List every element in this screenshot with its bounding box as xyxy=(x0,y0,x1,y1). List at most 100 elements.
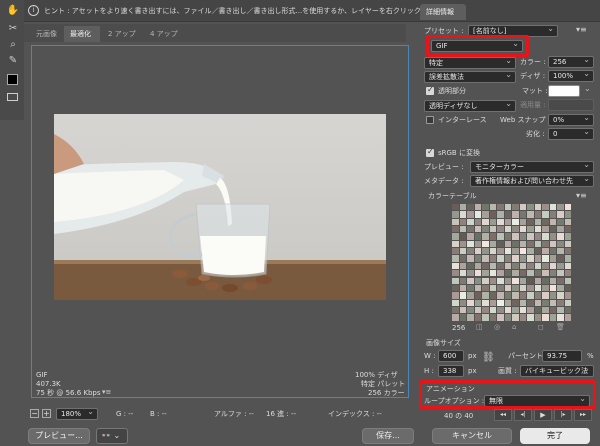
previous-frame-icon[interactable]: ◂| xyxy=(514,409,532,421)
zoom-in-button[interactable]: + xyxy=(42,409,51,418)
color-swatch[interactable] xyxy=(512,262,519,270)
toggle-slices-icon[interactable] xyxy=(7,93,18,101)
color-swatch[interactable] xyxy=(474,204,481,211)
color-swatch[interactable] xyxy=(467,284,474,292)
tab-original[interactable]: 元画像 xyxy=(36,28,57,40)
color-swatch[interactable] xyxy=(527,292,534,299)
color-swatch[interactable] xyxy=(542,299,549,306)
color-swatch[interactable] xyxy=(519,233,526,240)
color-swatch[interactable] xyxy=(467,262,474,270)
color-swatch[interactable] xyxy=(534,226,541,233)
color-swatch[interactable] xyxy=(467,204,474,211)
color-swatch[interactable] xyxy=(527,314,534,321)
color-swatch[interactable] xyxy=(512,299,519,306)
color-swatch[interactable] xyxy=(542,233,549,240)
color-swatch[interactable] xyxy=(467,248,474,255)
color-swatch[interactable] xyxy=(482,262,489,270)
color-swatch[interactable] xyxy=(534,292,541,299)
transparency-dither-select[interactable]: 透明ディザなし xyxy=(424,100,516,112)
color-swatch[interactable] xyxy=(474,299,481,306)
metadata-select[interactable]: 著作権情報および問い合わせ先 xyxy=(470,175,594,187)
color-swatch[interactable] xyxy=(564,314,571,321)
color-swatch[interactable] xyxy=(474,248,481,255)
color-swatch[interactable] xyxy=(459,218,466,226)
color-swatch[interactable] xyxy=(534,204,541,211)
color-swatch[interactable] xyxy=(459,211,466,218)
color-swatch[interactable] xyxy=(504,299,511,306)
height-field[interactable]: 338 xyxy=(438,365,464,377)
color-swatch[interactable] xyxy=(459,255,466,262)
color-swatch[interactable] xyxy=(557,299,564,306)
color-swatch[interactable] xyxy=(459,306,466,314)
zoom-out-button[interactable]: − xyxy=(30,409,39,418)
width-field[interactable]: 600 xyxy=(438,350,464,362)
color-swatch[interactable] xyxy=(489,299,496,306)
color-swatch[interactable] xyxy=(549,226,556,233)
color-swatch[interactable] xyxy=(497,233,504,240)
color-swatch[interactable] xyxy=(549,314,556,321)
color-swatch[interactable] xyxy=(564,248,571,255)
color-swatch[interactable] xyxy=(527,299,534,306)
color-swatch[interactable] xyxy=(497,218,504,226)
lossy-field[interactable]: 0 xyxy=(548,128,594,140)
color-swatch[interactable] xyxy=(542,314,549,321)
color-swatch[interactable] xyxy=(482,226,489,233)
color-swatch[interactable] xyxy=(497,226,504,233)
delete-color-icon[interactable]: 🗑 xyxy=(556,323,565,331)
color-swatch[interactable] xyxy=(482,306,489,314)
color-swatch[interactable] xyxy=(482,255,489,262)
color-swatch[interactable] xyxy=(482,240,489,248)
color-swatch[interactable] xyxy=(564,292,571,299)
color-swatch[interactable] xyxy=(482,218,489,226)
color-swatch[interactable] xyxy=(564,262,571,270)
color-swatch[interactable] xyxy=(534,240,541,248)
color-swatch[interactable] xyxy=(504,284,511,292)
color-swatch[interactable] xyxy=(542,226,549,233)
color-swatch[interactable] xyxy=(512,240,519,248)
color-swatch[interactable] xyxy=(527,284,534,292)
color-swatch[interactable] xyxy=(489,204,496,211)
color-swatch[interactable] xyxy=(452,262,459,270)
transparency-checkbox[interactable] xyxy=(426,85,434,95)
color-swatch[interactable] xyxy=(534,277,541,284)
color-swatch[interactable] xyxy=(549,233,556,240)
color-swatch[interactable] xyxy=(474,262,481,270)
color-swatch[interactable] xyxy=(504,204,511,211)
color-swatch[interactable] xyxy=(459,240,466,248)
color-swatch[interactable] xyxy=(534,262,541,270)
color-swatch[interactable] xyxy=(452,292,459,299)
color-swatch[interactable] xyxy=(459,204,466,211)
next-frame-icon[interactable]: |▸ xyxy=(554,409,572,421)
color-swatch[interactable] xyxy=(489,226,496,233)
color-swatch[interactable] xyxy=(512,314,519,321)
color-swatch[interactable] xyxy=(474,226,481,233)
color-swatch[interactable] xyxy=(527,226,534,233)
color-swatch[interactable] xyxy=(564,233,571,240)
color-swatch[interactable] xyxy=(467,240,474,248)
color-swatch[interactable] xyxy=(557,233,564,240)
color-swatch[interactable] xyxy=(519,262,526,270)
color-swatch[interactable] xyxy=(527,277,534,284)
color-swatch[interactable] xyxy=(482,211,489,218)
play-icon[interactable]: ▶ xyxy=(534,409,552,421)
color-swatch[interactable] xyxy=(467,292,474,299)
color-swatch[interactable] xyxy=(542,292,549,299)
color-swatch[interactable] xyxy=(564,284,571,292)
color-swatch[interactable] xyxy=(512,226,519,233)
color-swatch[interactable] xyxy=(542,306,549,314)
color-swatch[interactable] xyxy=(534,299,541,306)
color-swatch[interactable] xyxy=(564,226,571,233)
color-swatch[interactable] xyxy=(497,262,504,270)
color-swatch[interactable] xyxy=(504,262,511,270)
save-button[interactable]: 保存... xyxy=(362,428,414,444)
color-swatch[interactable] xyxy=(527,306,534,314)
color-swatch[interactable] xyxy=(497,277,504,284)
color-swatch[interactable] xyxy=(504,248,511,255)
color-swatch[interactable] xyxy=(504,218,511,226)
color-swatch[interactable] xyxy=(474,277,481,284)
color-swatch[interactable] xyxy=(459,233,466,240)
color-reduction-select[interactable]: 特定 xyxy=(424,57,516,69)
color-swatch[interactable] xyxy=(549,284,556,292)
color-swatch[interactable] xyxy=(557,255,564,262)
color-swatch[interactable] xyxy=(497,240,504,248)
